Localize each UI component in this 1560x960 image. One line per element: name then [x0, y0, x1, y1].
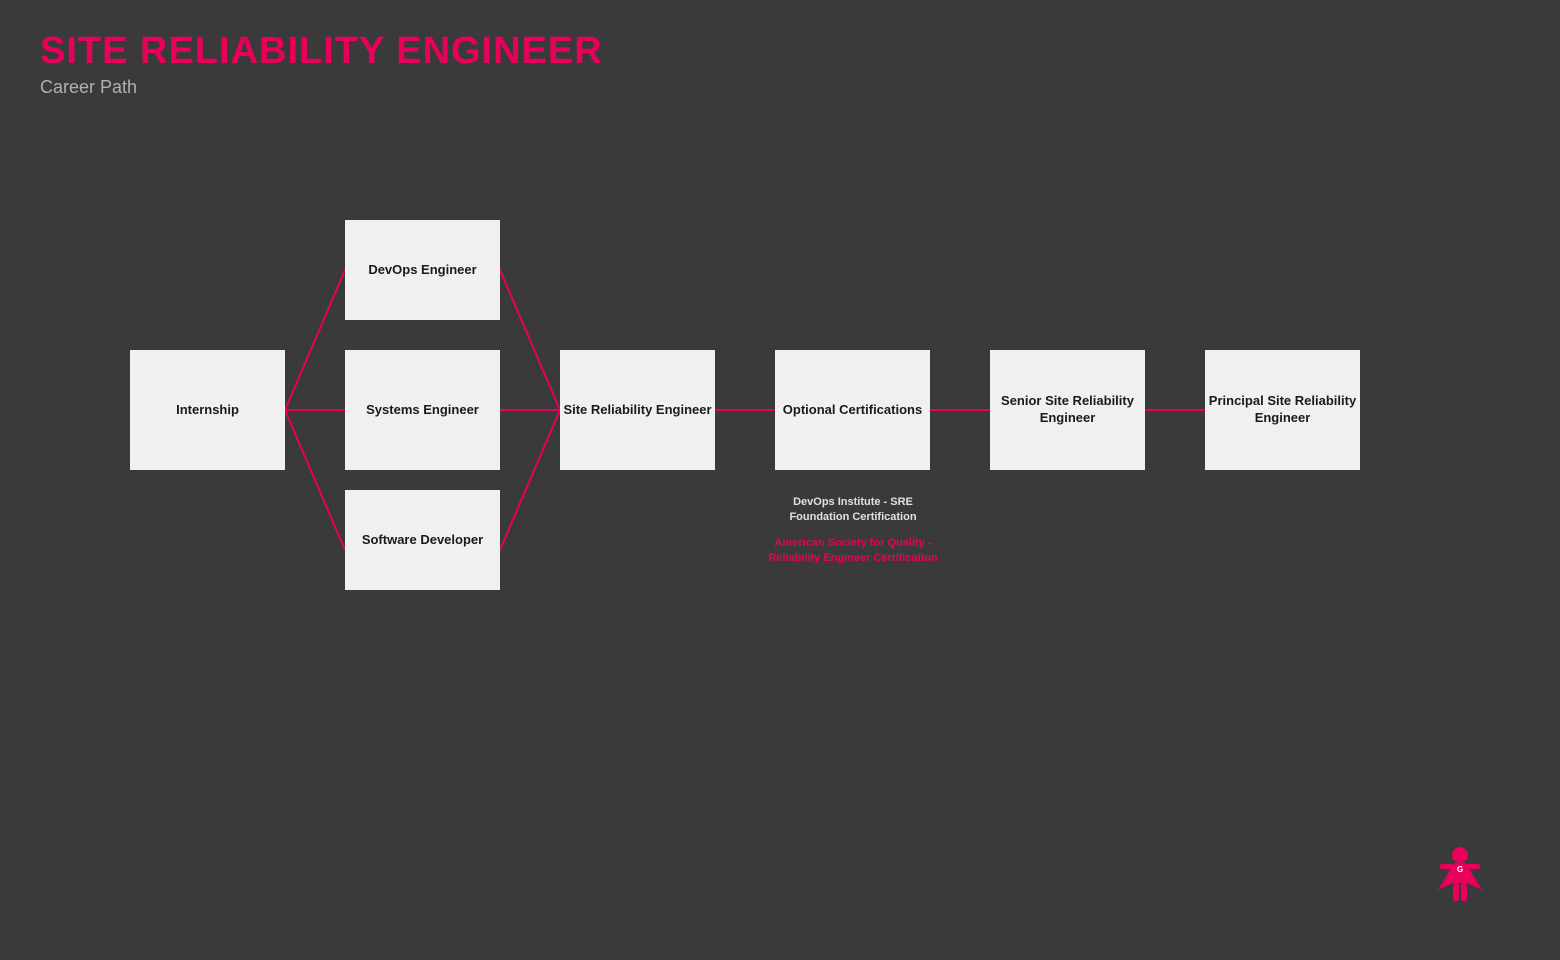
box-sre: Site Reliability Engineer: [560, 350, 715, 470]
logo-svg: G: [1420, 840, 1500, 920]
box-internship: Internship: [130, 350, 285, 470]
box-optional-certs: Optional Certifications: [775, 350, 930, 470]
cert-devops-institute: DevOps Institute - SRE Foundation Certif…: [768, 495, 938, 526]
box-senior-sre: Senior Site Reliability Engineer: [990, 350, 1145, 470]
box-devops: DevOps Engineer: [345, 220, 500, 320]
page-subtitle: Career Path: [40, 77, 603, 98]
box-systems: Systems Engineer: [345, 350, 500, 470]
box-principal-sre: Principal Site Reliability Engineer: [1205, 350, 1360, 470]
header: SITE RELIABILITY ENGINEER Career Path: [40, 30, 603, 98]
career-diagram: Internship DevOps Engineer Systems Engin…: [100, 160, 1480, 760]
logo: G: [1420, 840, 1500, 920]
cert-asq: American Society for Quality - Reliabili…: [768, 536, 938, 567]
cert-text-container: DevOps Institute - SRE Foundation Certif…: [768, 495, 938, 567]
box-software: Software Developer: [345, 490, 500, 590]
page-title: SITE RELIABILITY ENGINEER: [40, 30, 603, 73]
svg-text:G: G: [1457, 865, 1463, 874]
